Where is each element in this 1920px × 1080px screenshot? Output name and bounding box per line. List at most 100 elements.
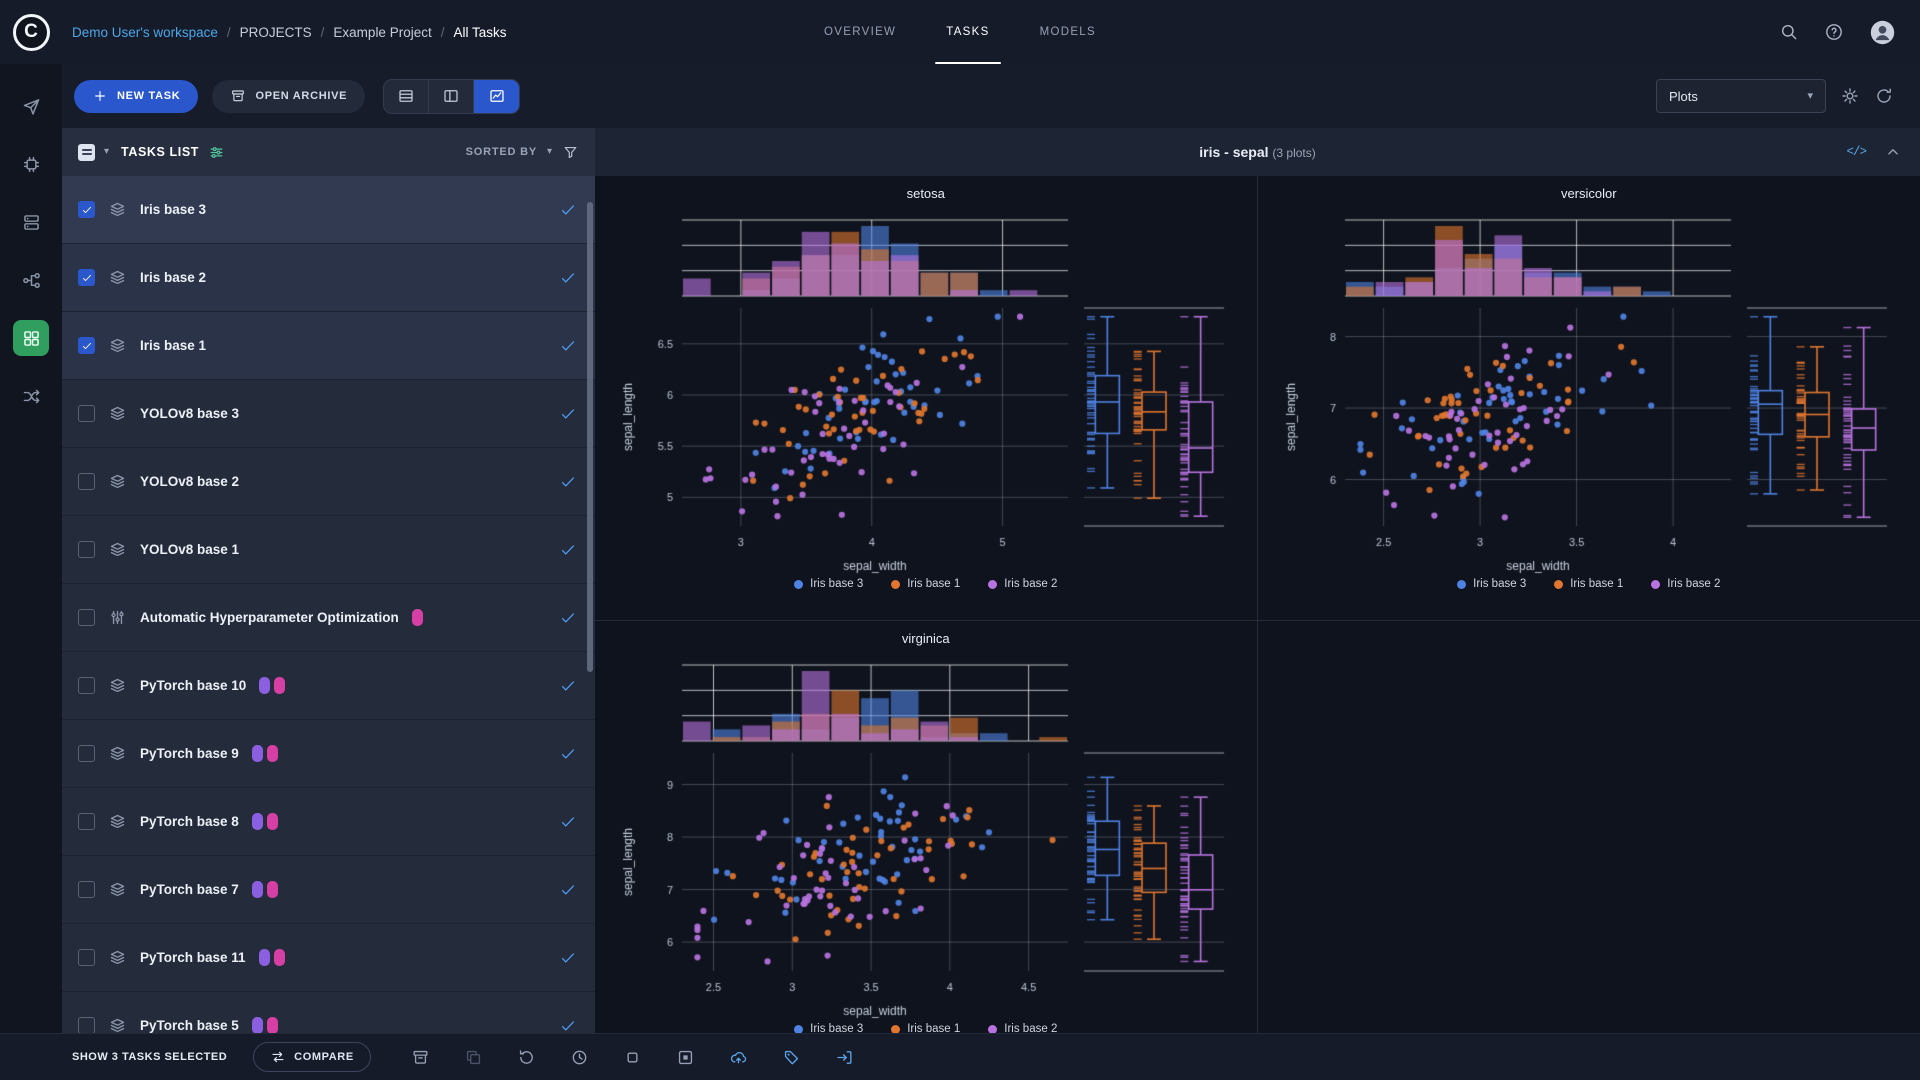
rail-item-model-endpoints[interactable] [13,146,49,182]
retry-icon[interactable] [517,1048,536,1067]
tab-tasks[interactable]: TASKS [921,0,1014,64]
task-checkbox[interactable] [78,609,95,626]
view-mode-plots-view[interactable] [474,80,519,113]
reset-icon[interactable] [570,1048,589,1067]
compare-button[interactable]: COMPARE [253,1042,371,1072]
task-checkbox[interactable] [78,949,95,966]
select-all-checkbox[interactable] [78,144,95,161]
task-row[interactable]: PyTorch base 8 [62,788,595,856]
legend-dot [1651,580,1660,589]
clone-icon[interactable] [464,1048,483,1067]
task-checkbox[interactable] [78,473,95,490]
task-row[interactable]: PyTorch base 7 [62,856,595,924]
tab-models[interactable]: MODELS [1015,0,1121,64]
layers-icon [108,472,127,491]
task-checkbox[interactable] [78,269,95,286]
legend-dot [1457,580,1466,589]
archive-icon[interactable] [411,1048,430,1067]
launch-icon [21,96,42,117]
enqueue-icon[interactable] [835,1048,854,1067]
legend-item[interactable]: Iris base 2 [988,1023,1057,1033]
new-task-button[interactable]: NEW TASK [74,80,198,113]
tag-pill [274,677,285,694]
task-row[interactable]: YOLOv8 base 1 [62,516,595,584]
task-checkbox[interactable] [78,405,95,422]
plot-title: virginica [902,631,950,655]
plot-canvas-versicolor[interactable] [1279,210,1899,576]
task-row[interactable]: PyTorch base 5 [62,992,595,1033]
filters-icon[interactable] [208,144,225,161]
task-checkbox[interactable] [78,201,95,218]
view-mode-table-view[interactable] [384,80,429,113]
open-archive-button[interactable]: OPEN ARCHIVE [212,80,365,113]
legend-item[interactable]: Iris base 3 [794,578,863,590]
breadcrumb-item[interactable]: Demo User's workspace [72,25,218,40]
sliders-icon [108,608,127,627]
completed-status-icon [559,881,577,899]
breadcrumb-item[interactable]: PROJECTS [240,25,312,40]
task-row[interactable]: Automatic Hyperparameter Optimization [62,584,595,652]
rail-item-projects[interactable] [13,320,49,356]
task-row[interactable]: PyTorch base 10 [62,652,595,720]
rail-item-datasets[interactable] [13,204,49,240]
task-checkbox[interactable] [78,541,95,558]
task-row[interactable]: PyTorch base 9 [62,720,595,788]
task-checkbox[interactable] [78,337,95,354]
plot-canvas-virginica[interactable] [616,655,1236,1021]
chevron-down-icon[interactable]: ▾ [104,147,109,157]
task-row[interactable]: YOLOv8 base 3 [62,380,595,448]
sorted-by-label[interactable]: SORTED BY [466,146,537,158]
breadcrumb-separator: / [227,25,231,40]
breadcrumb-item[interactable]: All Tasks [453,25,506,40]
user-avatar-icon[interactable] [1869,19,1896,46]
task-row[interactable]: YOLOv8 base 2 [62,448,595,516]
plot-canvas-setosa[interactable] [616,210,1236,576]
task-checkbox[interactable] [78,813,95,830]
task-checkbox[interactable] [78,1017,95,1033]
header-actions [1779,19,1920,46]
rail-item-launch[interactable] [13,88,49,124]
legend-label: Iris base 2 [1004,578,1057,590]
logo-letter: C [13,14,50,51]
settings-gear-icon[interactable] [1840,86,1860,106]
tab-overview[interactable]: OVERVIEW [799,0,921,64]
add-tag-icon[interactable] [782,1048,801,1067]
view-mode-split-view[interactable] [429,80,474,113]
check-icon [81,272,93,284]
legend-item[interactable]: Iris base 1 [891,1023,960,1033]
task-tags [259,677,285,694]
legend-item[interactable]: Iris base 2 [988,578,1057,590]
scrollbar[interactable] [587,202,593,672]
abort-all-icon[interactable] [676,1048,695,1067]
legend-item[interactable]: Iris base 2 [1651,578,1720,590]
task-checkbox[interactable] [78,745,95,762]
legend-label: Iris base 3 [1473,578,1526,590]
help-icon[interactable] [1824,22,1844,42]
search-icon[interactable] [1779,22,1799,42]
task-row[interactable]: PyTorch base 11 [62,924,595,992]
breadcrumb-item[interactable]: Example Project [333,25,431,40]
rail-item-pipelines[interactable] [13,262,49,298]
task-name: Iris base 2 [140,270,206,285]
abort-icon[interactable] [623,1048,642,1067]
legend-item[interactable]: Iris base 1 [1554,578,1623,590]
task-row[interactable]: Iris base 2 [62,244,595,312]
publish-icon[interactable] [729,1048,748,1067]
task-name: PyTorch base 7 [140,882,239,897]
legend-item[interactable]: Iris base 3 [794,1023,863,1033]
auto-refresh-icon[interactable] [1874,86,1894,106]
embed-code-icon[interactable]: </> [1846,145,1866,159]
details-view-dropdown[interactable]: Plots ▾ [1656,79,1826,113]
clearml-logo[interactable]: C [0,14,62,51]
rail-item-workers-queues[interactable] [13,378,49,414]
task-checkbox[interactable] [78,677,95,694]
chevron-down-icon[interactable]: ▾ [547,147,552,157]
legend-item[interactable]: Iris base 3 [1457,578,1526,590]
legend-item[interactable]: Iris base 1 [891,578,960,590]
split-view-icon [442,87,460,105]
task-checkbox[interactable] [78,881,95,898]
task-row[interactable]: Iris base 3 [62,176,595,244]
task-row[interactable]: Iris base 1 [62,312,595,380]
filter-funnel-icon[interactable] [562,144,579,161]
chevron-up-icon[interactable] [1884,143,1902,161]
